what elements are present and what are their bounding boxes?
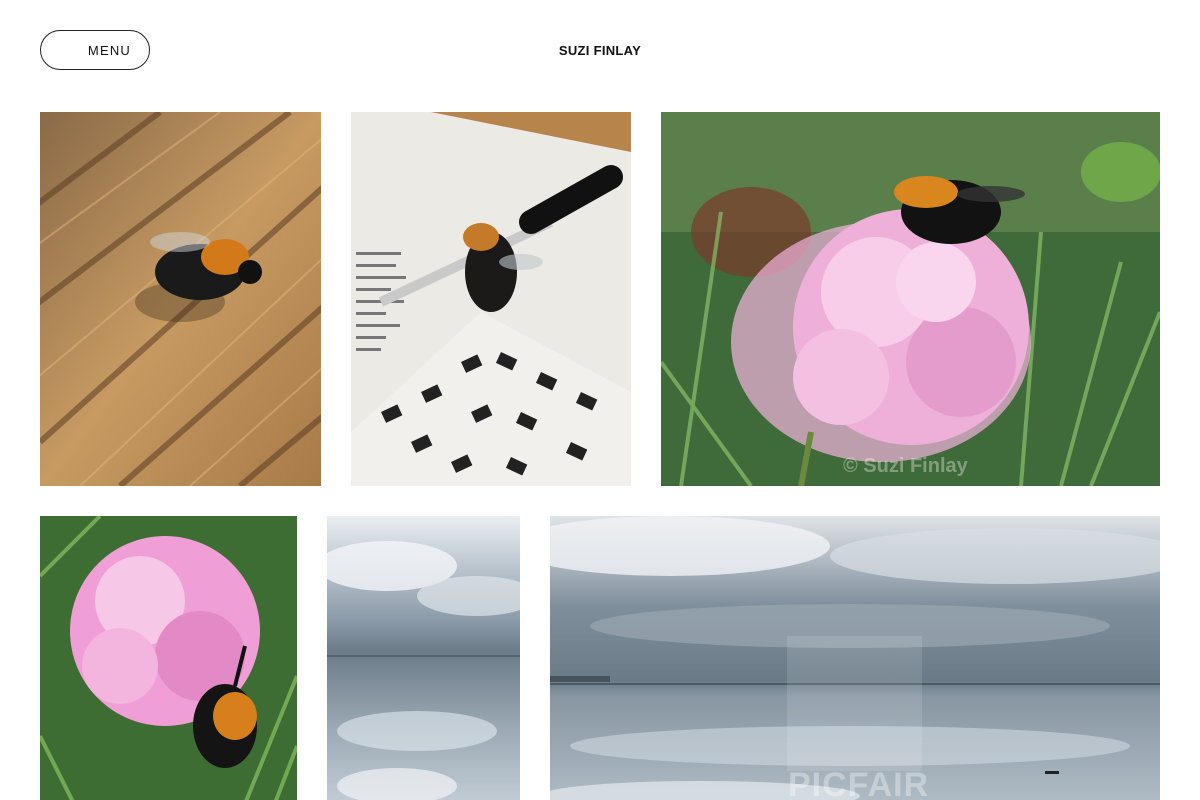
watermark-text: PICFAIR xyxy=(788,766,930,800)
photo-bee-on-crossword-image xyxy=(351,112,631,486)
gallery-photo-bee-on-crossword[interactable] xyxy=(351,112,631,486)
gallery-photo-cloudy-sea[interactable]: PICFAIR xyxy=(550,516,1160,800)
photo-cloud-reflection-image xyxy=(327,516,520,800)
gallery-photo-cloud-reflection[interactable] xyxy=(327,516,520,800)
photo-carnation-with-bee-image xyxy=(40,516,297,800)
site-title[interactable]: SUZI FINLAY xyxy=(0,43,1200,58)
photo-bee-on-carnation-image xyxy=(661,112,1160,486)
page: MENU SUZI FINLAY © Suzi Finlay PICFAIR xyxy=(0,0,1200,800)
watermark-text: © Suzi Finlay xyxy=(843,455,968,477)
photo-bee-on-wood-image xyxy=(40,112,321,486)
gallery-photo-bee-on-wood[interactable] xyxy=(40,112,321,486)
gallery-photo-carnation-with-bee[interactable] xyxy=(40,516,297,800)
gallery-photo-bee-on-carnation[interactable]: © Suzi Finlay xyxy=(661,112,1160,486)
photo-cloudy-sea-image xyxy=(550,516,1160,800)
